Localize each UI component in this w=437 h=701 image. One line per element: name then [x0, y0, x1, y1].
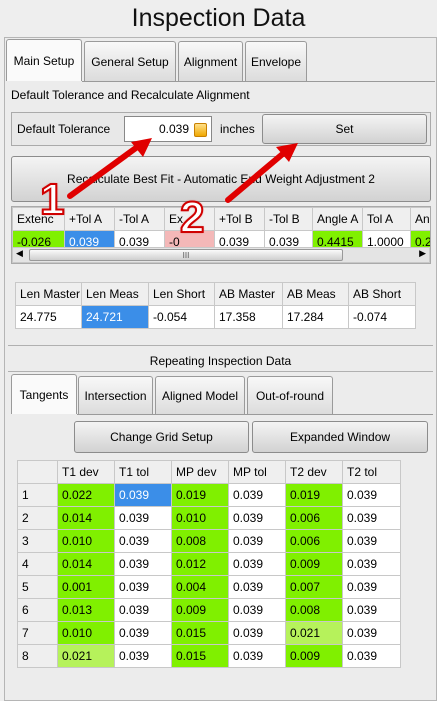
arrow-2-icon	[225, 143, 298, 203]
marker-1: 1	[39, 174, 66, 225]
tab-main-setup[interactable]: Main Setup	[6, 39, 82, 81]
annotation-overlay	[67, 138, 298, 203]
marker-2: 2	[179, 192, 206, 243]
tab-tangents[interactable]: Tangents	[11, 374, 77, 414]
arrow-1-icon	[67, 138, 152, 199]
